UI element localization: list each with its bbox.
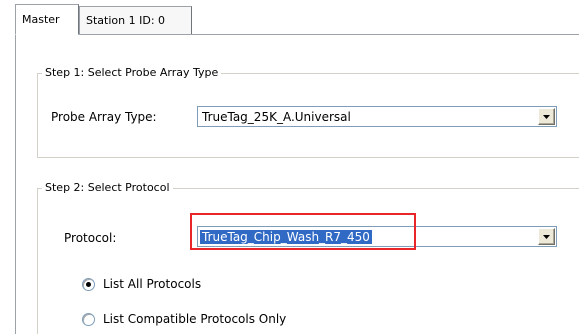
probe-array-type-label: Probe Array Type: bbox=[51, 110, 157, 124]
tab-station-1-label: Station 1 ID: 0 bbox=[86, 14, 166, 27]
list-all-protocols-label: List All Protocols bbox=[103, 277, 202, 291]
list-all-protocols-option[interactable]: List All Protocols bbox=[82, 277, 201, 291]
tab-master[interactable]: Master bbox=[15, 4, 79, 35]
step1-title: Step 1: Select Probe Array Type bbox=[42, 66, 222, 80]
probe-array-type-value: TrueTag_25K_A.Universal bbox=[202, 109, 351, 124]
radio-button-selected[interactable] bbox=[82, 277, 95, 291]
step2-title: Step 2: Select Protocol bbox=[42, 181, 173, 195]
probe-array-type-dropdown[interactable]: TrueTag_25K_A.Universal bbox=[197, 106, 557, 127]
probe-array-settings-window: Master Station 1 ID: 0 Step 1: Select Pr… bbox=[0, 0, 579, 334]
protocol-label: Protocol: bbox=[64, 231, 117, 245]
chevron-down-icon[interactable] bbox=[538, 108, 555, 125]
tab-master-label: Master bbox=[22, 13, 60, 26]
protocol-value-wrapper: TrueTag_Chip_Wash_R7_450 bbox=[198, 229, 538, 244]
chevron-down-icon[interactable] bbox=[538, 228, 555, 245]
list-compatible-protocols-label: List Compatible Protocols Only bbox=[103, 312, 287, 326]
radio-button-unselected[interactable] bbox=[82, 312, 95, 326]
protocol-value: TrueTag_Chip_Wash_R7_450 bbox=[200, 229, 372, 244]
master-tab-panel: Step 1: Select Probe Array Type Probe Ar… bbox=[15, 34, 579, 334]
tab-bar: Master Station 1 ID: 0 bbox=[0, 0, 579, 35]
list-compatible-protocols-option[interactable]: List Compatible Protocols Only bbox=[82, 312, 286, 326]
protocol-dropdown[interactable]: TrueTag_Chip_Wash_R7_450 bbox=[197, 226, 557, 247]
tab-station-1[interactable]: Station 1 ID: 0 bbox=[79, 6, 192, 34]
